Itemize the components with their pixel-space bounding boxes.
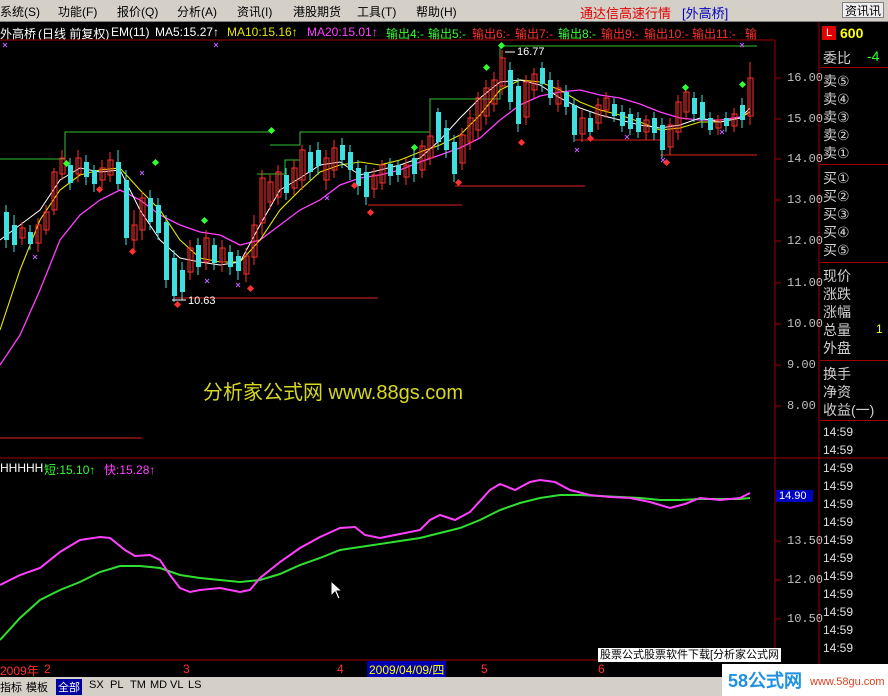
tab-pl[interactable]: PL xyxy=(110,679,123,691)
tab-md[interactable]: MD xyxy=(150,679,167,691)
price-tick: 12.00 xyxy=(787,234,824,248)
sell-4-label: 卖④ xyxy=(823,91,850,107)
date-month: 2 xyxy=(44,662,51,676)
date-month: 3 xyxy=(183,662,190,676)
sell-3-label: 卖③ xyxy=(823,109,850,125)
tick-time: 14:59 xyxy=(823,533,854,547)
tick-time: 14:59 xyxy=(823,605,854,619)
divider xyxy=(820,164,888,165)
indicator-name: HHHHH xyxy=(0,461,44,475)
site-watermark-url: www.58gu.com xyxy=(810,676,885,688)
stat-turnover-label: 换手 xyxy=(823,366,851,382)
stat-outer-label: 外盘 xyxy=(823,340,851,356)
stat-change-label: 涨跌 xyxy=(823,286,851,302)
divider xyxy=(820,67,888,68)
bottom-banner: 股票公式股票软件下载[分析家公式网 xyxy=(598,648,782,662)
stat-price-label: 现价 xyxy=(823,268,851,284)
tab-all[interactable]: 全部 xyxy=(56,679,82,695)
high-price-label: 16.77 xyxy=(517,46,545,58)
mouse-cursor-icon xyxy=(330,580,344,600)
date-month: 5 xyxy=(481,662,488,676)
date-selected: 2009/04/09/四 xyxy=(367,661,447,678)
price-tick: 10.00 xyxy=(787,317,824,331)
tab-tm[interactable]: TM xyxy=(130,679,146,691)
tick-time: 14:59 xyxy=(823,515,854,529)
indicator-fast-value: 快:15.28↑ xyxy=(104,463,156,477)
stat-volume-label: 总量 xyxy=(823,322,851,338)
price-tick: 8.00 xyxy=(787,399,816,413)
quote-panel-header: L 600 xyxy=(820,22,888,44)
tick-time: 14:59 xyxy=(823,551,854,565)
weibi-value: -4 xyxy=(867,48,880,64)
tick-time: 14:59 xyxy=(823,425,854,439)
tick-time: 14:59 xyxy=(823,623,854,637)
price-tick: 15.00 xyxy=(787,112,824,126)
stat-netasset-label: 净资 xyxy=(823,384,851,400)
sell-2-label: 卖② xyxy=(823,127,850,143)
divider xyxy=(820,360,888,361)
weibi-label: 委比 xyxy=(823,50,851,66)
tick-time: 14:59 xyxy=(823,641,854,655)
price-tick: 14.00 xyxy=(787,152,824,166)
price-tick: 16.00 xyxy=(787,71,824,85)
indicator-tick: 10.50 xyxy=(787,612,824,626)
tab-sx[interactable]: SX xyxy=(89,679,104,691)
divider xyxy=(820,262,888,263)
indicator-tick: 12.00 xyxy=(787,573,824,587)
l2-icon: L xyxy=(822,26,836,40)
tick-time: 14:59 xyxy=(823,497,854,511)
tick-time: 14:59 xyxy=(823,479,854,493)
stat-volume-value: 1 xyxy=(876,322,883,336)
buy-1-label: 买① xyxy=(823,170,850,186)
tab-ls[interactable]: LS xyxy=(188,679,201,691)
buy-5-label: 买⑤ xyxy=(823,242,850,258)
kline-chart xyxy=(0,22,888,677)
tab-template[interactable]: 模板 xyxy=(26,679,48,695)
stat-eps-label: 收益(一) xyxy=(823,402,875,418)
date-month: 4 xyxy=(337,662,344,676)
indicator-short-value: 短:15.10↑ xyxy=(44,463,96,477)
buy-3-label: 买③ xyxy=(823,206,850,222)
sell-5-label: 卖⑤ xyxy=(823,73,850,89)
tick-time: 14:59 xyxy=(823,443,854,457)
tab-indicator[interactable]: 指标 xyxy=(0,679,22,695)
indicator-tick: 13.50 xyxy=(787,534,824,548)
price-tick: 11.00 xyxy=(787,276,824,290)
site-watermark: 58公式网 www.58gu.com xyxy=(722,664,888,696)
low-price-label: 10.63 xyxy=(188,295,216,307)
tick-time: 14:59 xyxy=(823,461,854,475)
date-month: 6 xyxy=(598,662,605,676)
sell-1-label: 卖① xyxy=(823,145,850,161)
buy-2-label: 买② xyxy=(823,188,850,204)
tick-time: 14:59 xyxy=(823,569,854,583)
stat-pct-label: 涨幅 xyxy=(823,304,851,320)
buy-4-label: 买④ xyxy=(823,224,850,240)
tick-time: 14:59 xyxy=(823,587,854,601)
date-axis: 2009年 2 3 4 2009/04/09/四 5 6 xyxy=(0,661,775,678)
indicator-value-box: 14.90 xyxy=(776,490,813,502)
price-tick: 13.00 xyxy=(787,193,824,207)
site-watermark-name: 58公式网 xyxy=(728,671,803,691)
tab-vl[interactable]: VL xyxy=(170,679,183,691)
divider xyxy=(820,420,888,421)
price-tick: 9.00 xyxy=(787,358,816,372)
watermark-text: 分析家公式网 www.88gs.com xyxy=(203,382,464,404)
stock-code: 600 xyxy=(840,25,864,41)
